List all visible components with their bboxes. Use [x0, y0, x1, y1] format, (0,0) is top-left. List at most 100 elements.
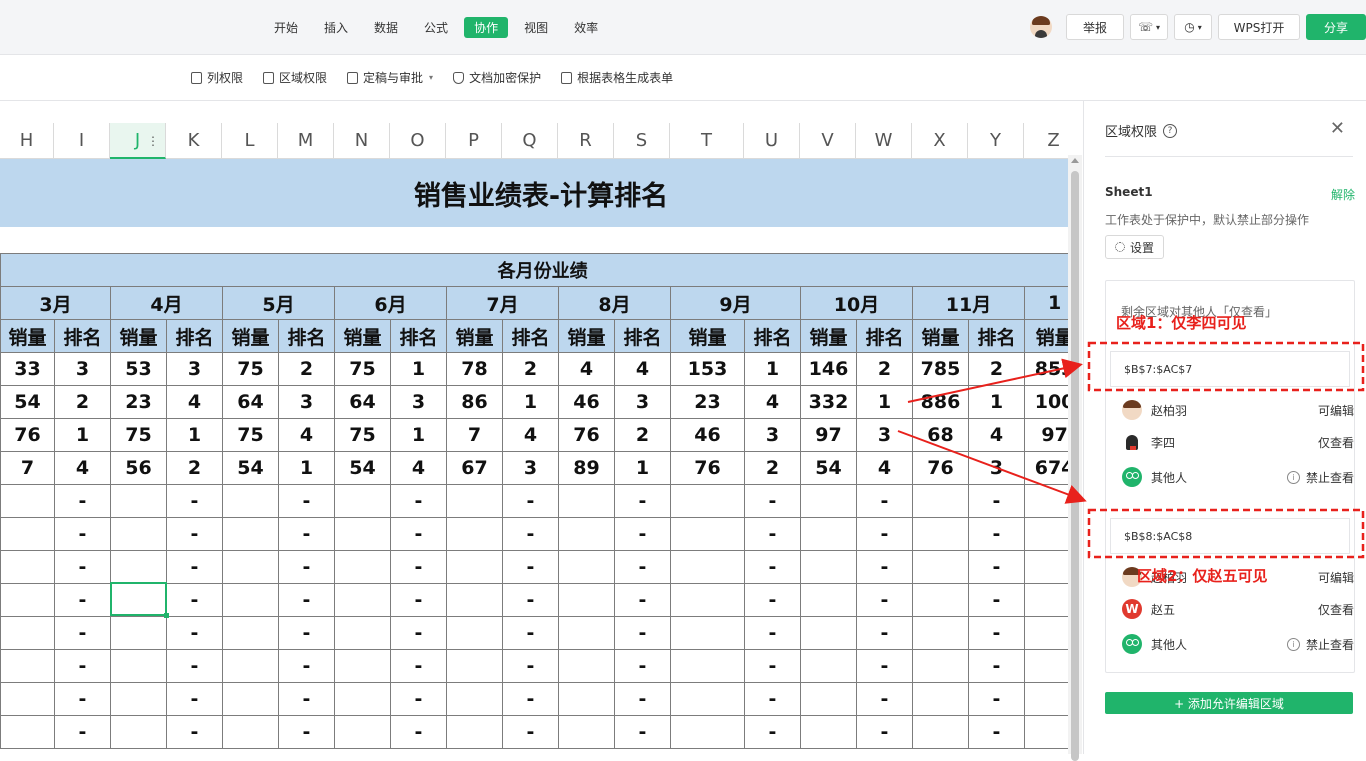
data-cell[interactable] [558, 649, 615, 683]
sub-header-cell[interactable]: 排名 [278, 319, 335, 353]
data-cell[interactable]: 886 [912, 385, 969, 419]
data-cell[interactable] [446, 616, 503, 650]
data-cell[interactable] [1023, 616, 1068, 650]
data-cell[interactable]: 3 [166, 352, 223, 386]
column-header-l[interactable]: L [222, 123, 278, 159]
sub-header-cell[interactable]: 销量 [558, 319, 615, 353]
column-permission-button[interactable]: 列权限 [191, 69, 243, 86]
data-cell[interactable]: 78 [446, 352, 503, 386]
sub-header-cell[interactable]: 排名 [502, 319, 559, 353]
data-cell[interactable] [222, 682, 279, 716]
data-cell[interactable] [912, 583, 969, 617]
area-user-row[interactable]: 李四 仅查看 [1122, 430, 1354, 454]
data-cell[interactable] [800, 583, 857, 617]
permission-dropdown[interactable]: 可编辑 [1318, 569, 1354, 586]
permission-dropdown[interactable]: 仅查看 [1318, 434, 1354, 451]
call-button[interactable]: ☏ ▾ [1130, 14, 1168, 40]
data-cell[interactable]: - [278, 583, 335, 617]
data-cell[interactable] [110, 715, 167, 749]
finalize-approval-button[interactable]: 定稿与审批 ▾ [347, 69, 433, 86]
data-cell[interactable] [670, 583, 745, 617]
data-cell[interactable]: 3 [390, 385, 447, 419]
month-header-cell[interactable]: 9月 [670, 286, 801, 320]
sub-header-cell[interactable]: 销量 [0, 319, 55, 353]
data-cell[interactable]: - [390, 715, 447, 749]
data-cell[interactable]: 75 [110, 418, 167, 452]
data-cell[interactable]: - [278, 550, 335, 584]
data-cell[interactable] [558, 715, 615, 749]
tab-formula[interactable]: 公式 [414, 17, 458, 38]
data-cell[interactable]: 4 [558, 352, 615, 386]
area-range[interactable]: $B$8:$AC$8 [1110, 518, 1350, 554]
data-cell[interactable]: 100 [1023, 385, 1068, 419]
data-cell[interactable]: 2 [614, 418, 671, 452]
history-button[interactable]: ◷ ▾ [1174, 14, 1212, 40]
data-cell[interactable]: 97 [1023, 418, 1068, 452]
data-cell[interactable]: 75 [222, 418, 279, 452]
data-cell[interactable]: 54 [800, 451, 857, 485]
data-cell[interactable]: 146 [800, 352, 857, 386]
data-cell[interactable]: 76 [912, 451, 969, 485]
data-cell[interactable]: 54 [0, 385, 55, 419]
data-cell[interactable] [558, 550, 615, 584]
data-cell[interactable]: - [390, 550, 447, 584]
data-cell[interactable]: - [744, 616, 801, 650]
data-cell[interactable]: - [968, 715, 1025, 749]
data-cell[interactable] [0, 550, 55, 584]
data-cell[interactable]: - [614, 583, 671, 617]
group-header-cell[interactable]: 各月份业绩 [0, 253, 1068, 287]
permission-dropdown[interactable]: i 禁止查看 [1286, 469, 1354, 486]
data-cell[interactable]: 2 [166, 451, 223, 485]
data-cell[interactable]: 4 [390, 451, 447, 485]
data-cell[interactable] [912, 649, 969, 683]
data-cell[interactable]: 3 [278, 385, 335, 419]
data-cell[interactable] [0, 616, 55, 650]
column-header-p[interactable]: P [446, 123, 502, 159]
data-cell[interactable] [222, 484, 279, 518]
month-header-cell[interactable]: 5月 [222, 286, 335, 320]
data-cell[interactable]: - [54, 484, 111, 518]
data-cell[interactable]: - [614, 715, 671, 749]
data-cell[interactable]: 2 [502, 352, 559, 386]
data-cell[interactable]: - [54, 715, 111, 749]
data-cell[interactable] [110, 616, 167, 650]
data-cell[interactable] [800, 682, 857, 716]
data-cell[interactable]: - [744, 583, 801, 617]
sub-header-cell[interactable]: 排名 [54, 319, 111, 353]
data-cell[interactable]: 4 [278, 418, 335, 452]
data-cell[interactable]: 4 [614, 352, 671, 386]
data-cell[interactable]: 3 [614, 385, 671, 419]
data-cell[interactable]: 33 [0, 352, 55, 386]
column-menu-icon[interactable]: ⋮ [147, 123, 159, 159]
data-cell[interactable]: 64 [222, 385, 279, 419]
release-link[interactable]: 解除 [1331, 186, 1355, 203]
data-cell[interactable] [446, 682, 503, 716]
data-cell[interactable] [670, 616, 745, 650]
data-cell[interactable] [334, 550, 391, 584]
data-cell[interactable]: - [166, 616, 223, 650]
data-cell[interactable] [110, 649, 167, 683]
data-cell[interactable]: - [968, 550, 1025, 584]
data-cell[interactable] [0, 682, 55, 716]
month-header-cell[interactable]: 1 [1023, 286, 1068, 320]
data-cell[interactable]: - [744, 517, 801, 551]
data-cell[interactable]: - [166, 715, 223, 749]
data-cell[interactable] [1023, 649, 1068, 683]
data-cell[interactable]: 54 [222, 451, 279, 485]
doc-encrypt-button[interactable]: 文档加密保护 [453, 69, 541, 86]
help-icon[interactable]: ? [1163, 123, 1178, 138]
data-cell[interactable]: - [278, 715, 335, 749]
permission-dropdown[interactable]: 仅查看 [1318, 601, 1354, 618]
data-cell[interactable] [334, 682, 391, 716]
data-cell[interactable]: 2 [968, 352, 1025, 386]
data-cell[interactable] [800, 715, 857, 749]
settings-button[interactable]: 设置 [1105, 235, 1164, 259]
data-cell[interactable]: 76 [670, 451, 745, 485]
column-header-r[interactable]: R [558, 123, 614, 159]
data-cell[interactable]: 2 [278, 352, 335, 386]
data-cell[interactable]: 4 [744, 385, 801, 419]
data-cell[interactable]: 46 [558, 385, 615, 419]
data-cell[interactable] [446, 715, 503, 749]
data-cell[interactable] [1023, 484, 1068, 518]
data-cell[interactable]: - [856, 550, 913, 584]
